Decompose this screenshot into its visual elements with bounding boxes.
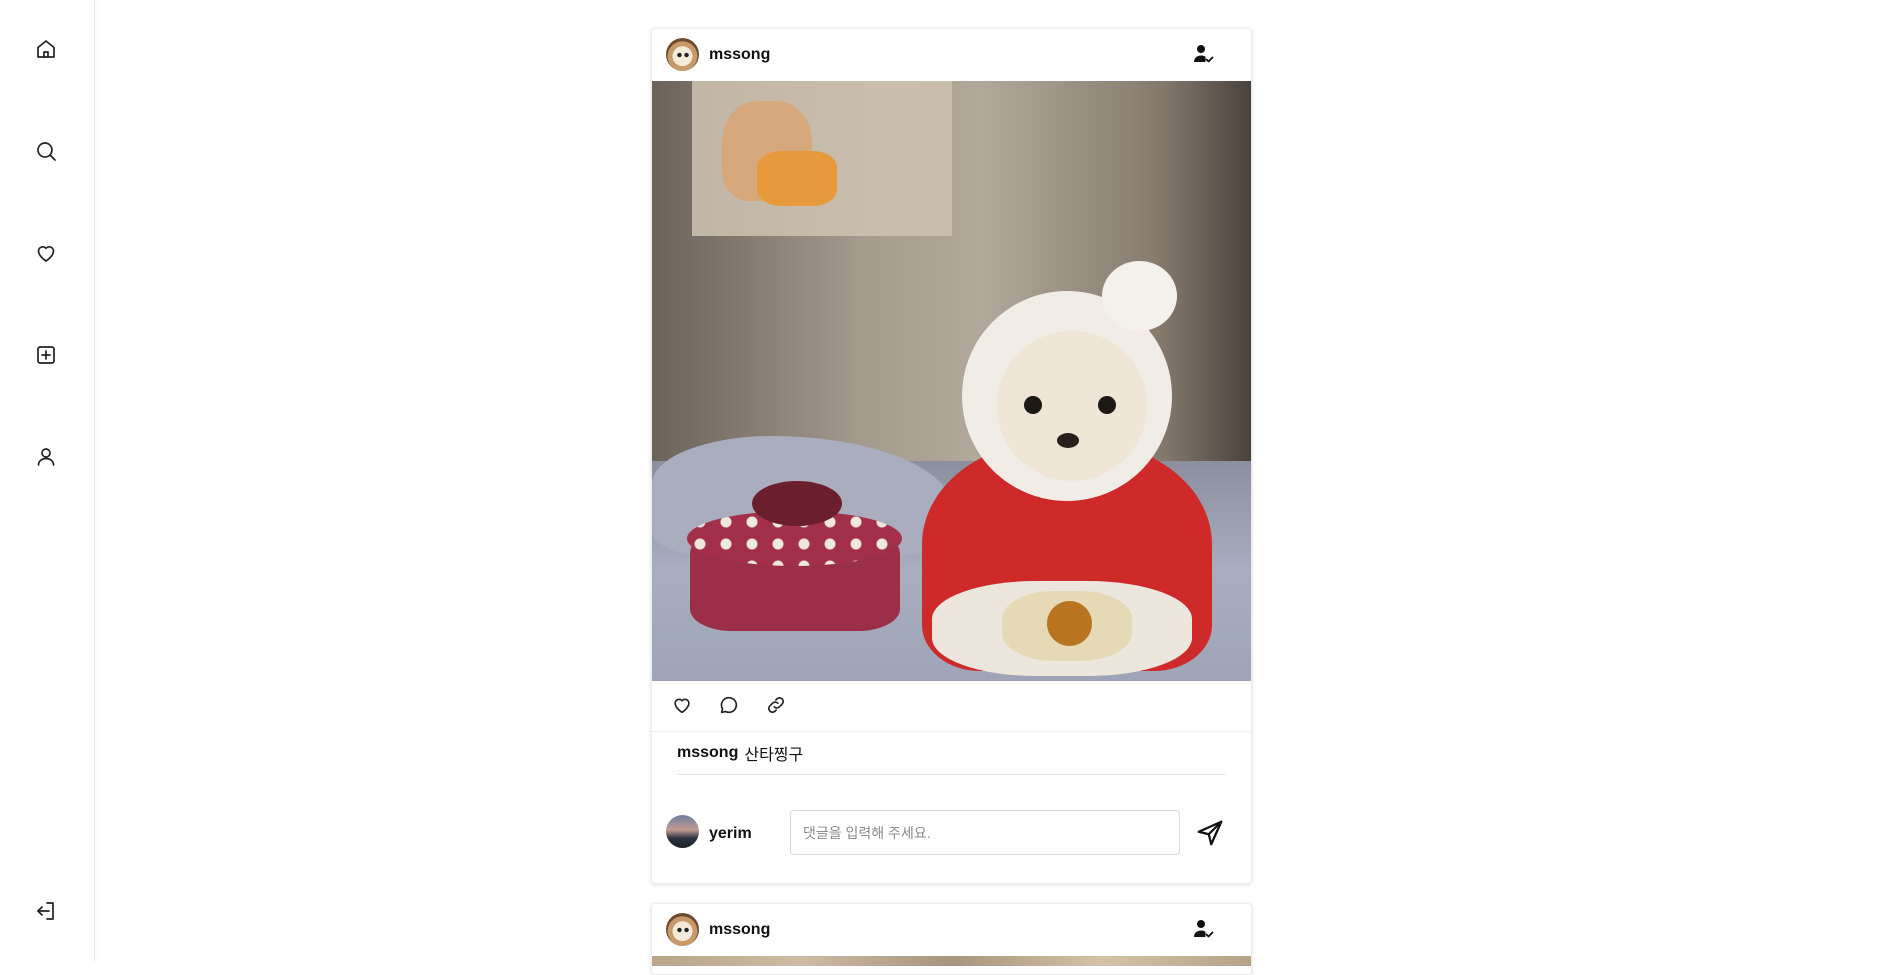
nav-profile-button[interactable] — [29, 440, 63, 474]
comment-input[interactable] — [790, 810, 1180, 855]
sidebar — [0, 0, 95, 961]
like-button[interactable] — [671, 694, 695, 718]
post-card: mssong — [651, 28, 1252, 884]
post-header: mssong — [652, 29, 1251, 81]
feed: mssong mssong 산타찡구 yerim 댓글을 입력해 주세요. ms… — [651, 0, 1252, 975]
caption-author[interactable]: mssong — [677, 744, 738, 762]
current-user-name: yerim — [709, 825, 752, 842]
send-icon — [1197, 820, 1223, 846]
nav-home-button[interactable] — [29, 32, 63, 66]
nav-likes-button[interactable] — [29, 236, 63, 270]
post-header: mssong — [652, 904, 1251, 956]
link-icon — [767, 696, 785, 714]
post-image[interactable] — [652, 81, 1251, 681]
heart-icon — [674, 698, 690, 714]
comment-button[interactable] — [718, 694, 742, 718]
post-caption: mssong 산타찡구 — [677, 732, 1226, 775]
plus-square-icon — [37, 346, 55, 364]
comment-composer: yerim — [652, 775, 1251, 883]
user-check-icon[interactable] — [1191, 42, 1215, 66]
comment-icon — [720, 696, 738, 714]
logout-button[interactable] — [29, 894, 63, 928]
avatar[interactable] — [666, 913, 699, 946]
user-icon — [37, 448, 55, 466]
send-comment-button[interactable] — [1192, 815, 1228, 851]
copy-link-button[interactable] — [765, 694, 789, 718]
post-author[interactable]: mssong — [709, 46, 770, 64]
logout-icon — [37, 902, 54, 920]
heart-icon — [37, 246, 55, 262]
post-author[interactable]: mssong — [709, 921, 770, 939]
nav-search-button[interactable] — [29, 134, 63, 168]
search-icon — [37, 142, 56, 161]
caption-text: 산타찡구 — [744, 747, 804, 764]
avatar[interactable] — [666, 38, 699, 71]
home-icon — [37, 40, 55, 58]
nav-create-button[interactable] — [29, 338, 63, 372]
post-image[interactable] — [652, 956, 1251, 966]
post-actions — [652, 681, 1251, 732]
post-card: mssong — [651, 903, 1252, 975]
avatar — [666, 815, 699, 848]
user-check-icon[interactable] — [1191, 917, 1215, 941]
